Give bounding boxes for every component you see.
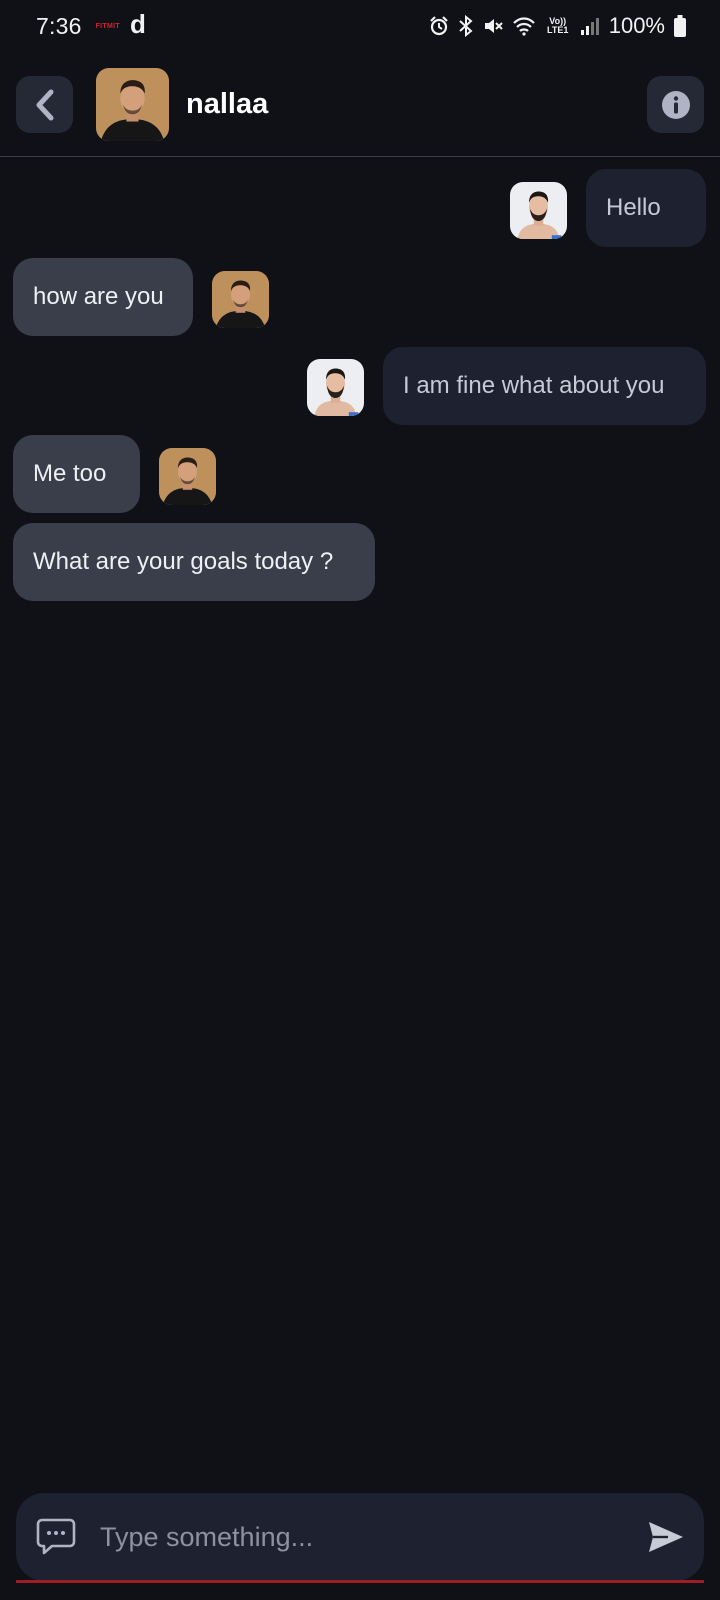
chat-header: nallaa (0, 52, 720, 157)
alarm-icon (429, 16, 448, 36)
back-button[interactable] (16, 76, 73, 133)
battery-percentage: 100% (608, 13, 665, 38)
signal-icon (580, 18, 599, 35)
app-d-notification-icon: d (129, 9, 146, 39)
composer-underline (16, 1580, 704, 1583)
message-bubble-received[interactable]: Me too (13, 435, 140, 513)
chevron-left-icon (36, 89, 53, 120)
contact-avatar[interactable] (96, 68, 169, 141)
battery-icon (674, 15, 686, 37)
message-bubble-sent[interactable]: Hello (586, 169, 706, 247)
send-icon[interactable] (646, 1517, 686, 1557)
sender-avatar (307, 359, 364, 416)
message-bubble-received[interactable]: What are your goals today ? (13, 523, 375, 601)
message-list[interactable]: Hello how are you I am fine what about y… (0, 157, 720, 1487)
status-bar: 7:36 FITMIT d Vo)) LTE1 100% (0, 0, 720, 52)
contact-name: nallaa (186, 88, 269, 120)
bluetooth-icon (459, 15, 473, 37)
status-left: 7:36 FITMIT d (36, 9, 146, 40)
mute-icon (484, 19, 503, 33)
fitness-app-notification-icon: FITMIT (95, 22, 120, 30)
status-time: 7:36 (36, 12, 82, 39)
wifi-icon (512, 17, 535, 36)
status-right: Vo)) LTE1 100% (429, 13, 686, 39)
message-composer (16, 1493, 704, 1581)
network-type-label: Vo)) LTE1 (547, 16, 569, 35)
message-bubble-sent[interactable]: I am fine what about you (383, 347, 706, 425)
info-icon (661, 90, 690, 119)
message-input[interactable] (100, 1507, 620, 1567)
message-bubble-received[interactable]: how are you (13, 258, 193, 336)
info-button[interactable] (647, 76, 704, 133)
sender-avatar (510, 182, 567, 239)
chat-bubble-icon[interactable] (36, 1516, 76, 1556)
contact-avatar-small (159, 448, 216, 505)
contact-avatar-small (212, 271, 269, 328)
